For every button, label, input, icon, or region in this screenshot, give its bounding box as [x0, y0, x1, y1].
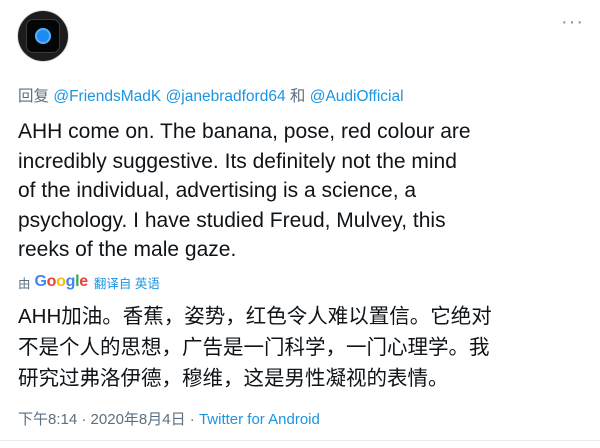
tweet-meta: 下午8:14 · 2020年8月4日 · Twitter for Android	[18, 408, 320, 429]
tweet-source-link[interactable]: Twitter for Android	[199, 411, 320, 428]
meta-separator: ·	[81, 411, 87, 428]
tweet-time[interactable]: 下午8:14	[18, 411, 77, 428]
translate-source-link[interactable]: 翻译自 英语	[94, 273, 160, 292]
reply-conjunction: 和	[289, 88, 306, 105]
mention-link[interactable]: @FriendsMadK	[53, 88, 161, 105]
tweet-date[interactable]: 2020年8月4日	[91, 411, 186, 428]
audi-app-icon	[26, 19, 60, 53]
circle-logo-icon	[35, 28, 51, 44]
meta-separator: ·	[189, 411, 195, 428]
google-logo: Google	[34, 273, 89, 290]
translation-attribution: 由 Google 翻译自 英语	[18, 271, 160, 293]
reply-context: 回复 @FriendsMadK @janebradford64 和 @AudiO…	[18, 84, 588, 106]
tweet-text: AHH come on. The banana, pose, red colou…	[18, 120, 471, 261]
divider	[0, 440, 600, 441]
translated-by-label: 由	[18, 276, 31, 291]
mention-link[interactable]: @AudiOfficial	[310, 88, 404, 105]
more-options-icon[interactable]: ···	[561, 12, 584, 32]
mention-link[interactable]: @janebradford64	[166, 88, 286, 105]
avatar[interactable]	[18, 11, 68, 61]
reply-prefix: 回复	[18, 88, 50, 105]
translated-text: AHH加油。香蕉，姿势，红色令人难以置信。它绝对 不是个人的思想，广告是一门科学…	[18, 305, 492, 390]
